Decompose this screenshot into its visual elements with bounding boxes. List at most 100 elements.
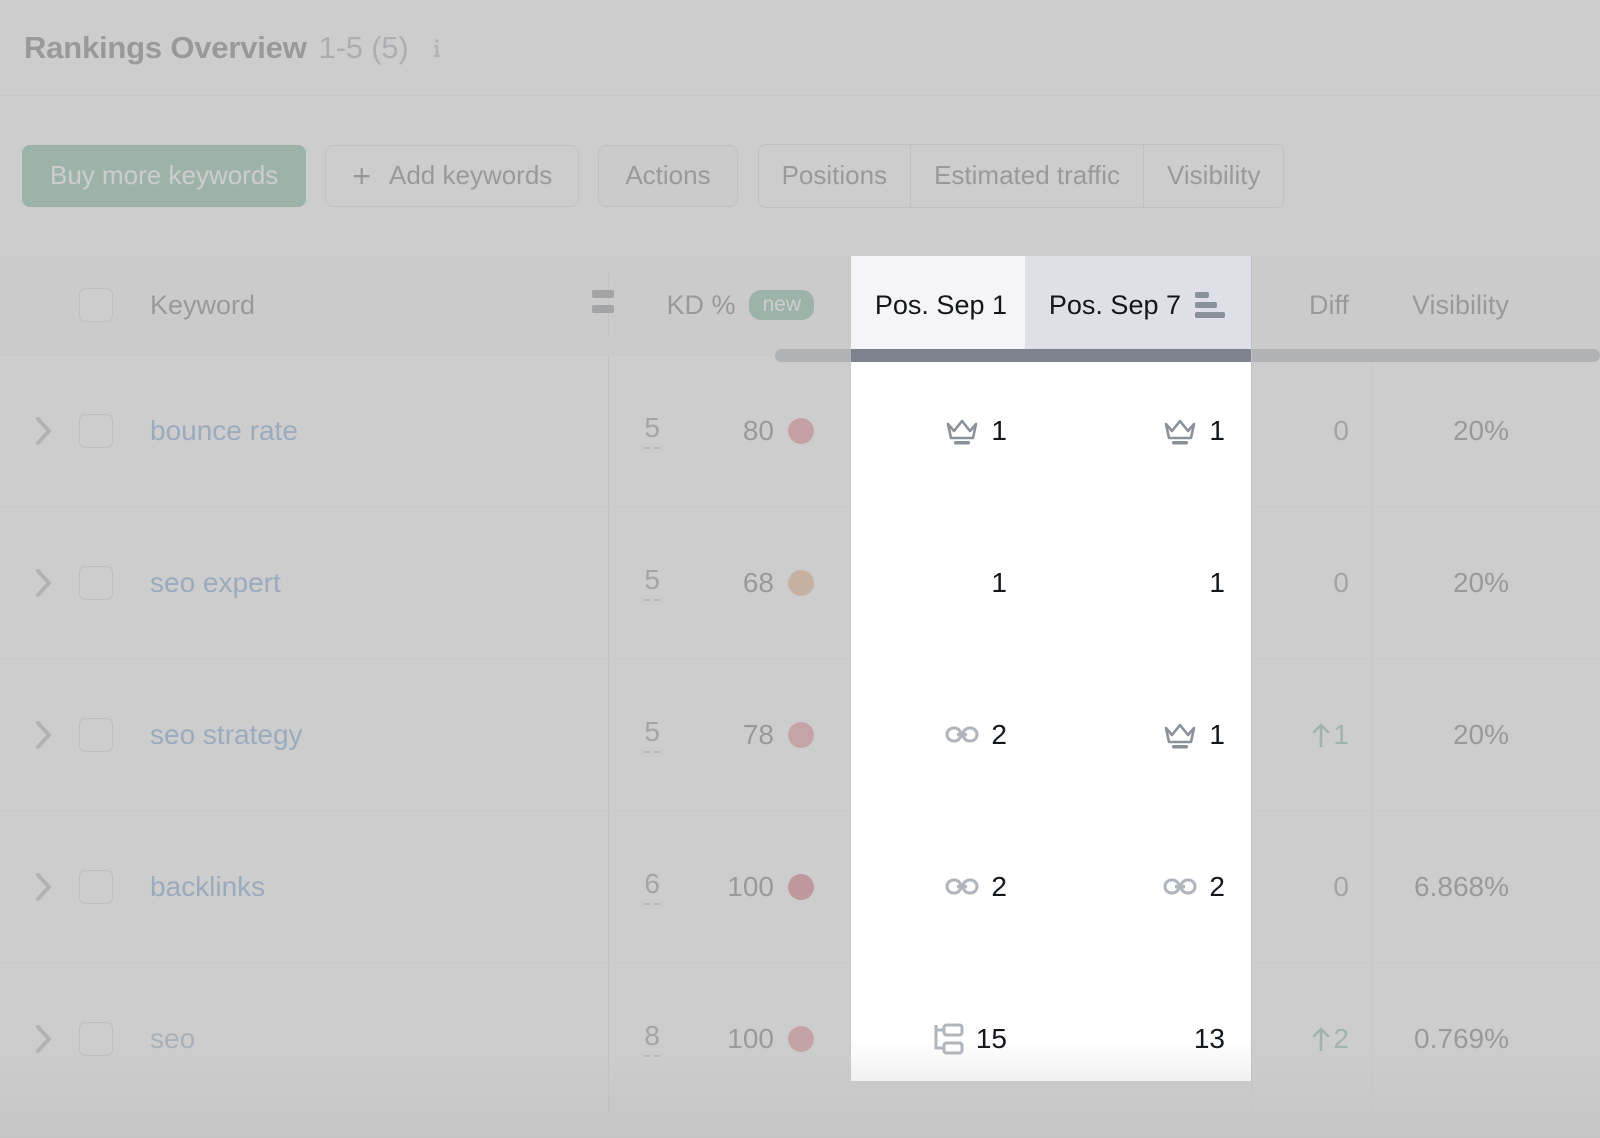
kd-color-dot [788, 874, 814, 900]
page-title: Rankings Overview [24, 30, 307, 66]
table-row[interactable]: seo strategy 5 78 2 1 [0, 659, 1600, 811]
table-row[interactable]: backlinks 6 100 2 2 0 [0, 811, 1600, 963]
column-header-kd[interactable]: KD % new [676, 256, 836, 354]
expand-row-chevron[interactable] [24, 963, 64, 1114]
position-sep-7-value: 1 [1209, 719, 1225, 751]
keyword-label: seo [150, 1023, 195, 1055]
position-sep-1: 2 [851, 659, 1025, 810]
actions-label: Actions [625, 160, 710, 191]
keyword-link[interactable]: bounce rate [150, 355, 590, 506]
row-checkbox[interactable] [76, 659, 116, 810]
plus-icon: + [352, 160, 371, 192]
position-diff: 1 [1251, 659, 1371, 810]
position-sep-1-value: 2 [991, 719, 1007, 751]
kd-color-dot [788, 418, 814, 444]
horizontal-scrollbar[interactable] [775, 349, 1600, 362]
crown-icon [945, 416, 979, 446]
position-diff: 0 [1251, 811, 1371, 962]
rankings-table: Keyword KD % new Pos. Sep 1 Pos. Sep 7 D… [0, 256, 1600, 1138]
position-diff: 2 [1251, 963, 1371, 1114]
visibility-cell: 20% [1371, 355, 1531, 506]
position-sep-7: 2 [1025, 811, 1251, 962]
serp-features-count[interactable]: 8 [600, 963, 660, 1114]
row-checkbox[interactable] [76, 507, 116, 658]
tab-visibility[interactable]: Visibility [1144, 145, 1283, 207]
keyword-link[interactable]: seo [150, 963, 590, 1114]
truncated-sort-icon[interactable] [592, 290, 614, 326]
position-diff-value: 2 [1333, 1023, 1349, 1055]
serp-features-count-value: 5 [644, 564, 660, 601]
tab-positions[interactable]: Positions [759, 145, 912, 207]
column-header-pos-sep-7-label: Pos. Sep 7 [1049, 290, 1181, 321]
position-sep-7: 13 [1025, 963, 1251, 1114]
visibility-value: 0.769% [1414, 1023, 1509, 1055]
keyword-difficulty: 80 [676, 355, 836, 506]
position-diff: 0 [1251, 355, 1371, 506]
add-keywords-button[interactable]: + Add keywords [325, 145, 579, 207]
crown-icon [1163, 416, 1197, 446]
position-sep-7-value: 1 [1209, 567, 1225, 599]
serp-features-count[interactable]: 6 [600, 811, 660, 962]
actions-button[interactable]: Actions [598, 145, 737, 207]
position-sep-1: 2 [851, 811, 1025, 962]
keyword-difficulty: 100 [676, 811, 836, 962]
tab-positions-label: Positions [782, 160, 888, 191]
serp-features-count-value: 6 [644, 868, 660, 905]
position-diff-value: 0 [1333, 871, 1349, 903]
expand-row-chevron[interactable] [24, 507, 64, 658]
table-row[interactable]: seo 8 100 15 13 2 [0, 963, 1600, 1115]
position-sep-1: 1 [851, 507, 1025, 658]
sitelinks-icon [932, 1022, 964, 1056]
keyword-difficulty: 78 [676, 659, 836, 810]
row-checkbox[interactable] [76, 355, 116, 506]
expand-row-chevron[interactable] [24, 811, 64, 962]
arrow-up-icon [1311, 1025, 1331, 1053]
select-all-checkbox[interactable] [76, 256, 116, 354]
checkbox-box [79, 566, 113, 600]
checkbox-box [79, 870, 113, 904]
keyword-link[interactable]: backlinks [150, 811, 590, 962]
checkbox-box [79, 414, 113, 448]
position-diff-value: 0 [1333, 567, 1349, 599]
sort-descending-icon[interactable] [1195, 292, 1225, 318]
toolbar: Buy more keywords + Add keywords Actions… [0, 96, 1600, 255]
visibility-value: 6.868% [1414, 871, 1509, 903]
position-sep-1-value: 1 [991, 415, 1007, 447]
position-sep-7: 1 [1025, 507, 1251, 658]
expand-row-chevron[interactable] [24, 355, 64, 506]
column-header-diff[interactable]: Diff [1251, 256, 1371, 354]
row-checkbox[interactable] [76, 811, 116, 962]
keyword-link[interactable]: seo expert [150, 507, 590, 658]
table-row[interactable]: seo expert 5 68 1 1 0 20% [0, 507, 1600, 659]
kd-value: 80 [743, 415, 774, 447]
view-mode-segmented-control: Positions Estimated traffic Visibility [758, 144, 1285, 208]
column-header-pos-sep-1[interactable]: Pos. Sep 1 [851, 256, 1025, 354]
column-header-kd-label: KD % [666, 290, 735, 321]
column-header-keyword[interactable]: Keyword [150, 256, 590, 354]
keyword-difficulty: 100 [676, 963, 836, 1114]
serp-features-count[interactable]: 5 [600, 507, 660, 658]
serp-features-count[interactable]: 5 [600, 355, 660, 506]
position-sep-1-value: 2 [991, 871, 1007, 903]
position-sep-1-value: 15 [976, 1023, 1007, 1055]
row-checkbox[interactable] [76, 963, 116, 1114]
serp-features-count[interactable]: 5 [600, 659, 660, 810]
link-icon [945, 874, 979, 900]
table-row[interactable]: bounce rate 5 80 1 1 0 [0, 355, 1600, 507]
position-sep-1-value: 1 [991, 567, 1007, 599]
position-diff: 0 [1251, 507, 1371, 658]
column-header-visibility-label: Visibility [1412, 290, 1509, 321]
keyword-link[interactable]: seo strategy [150, 659, 590, 810]
column-header-visibility[interactable]: Visibility [1371, 256, 1531, 354]
expand-row-chevron[interactable] [24, 659, 64, 810]
serp-features-count-value: 5 [644, 412, 660, 449]
column-header-pos-sep-7[interactable]: Pos. Sep 7 [1025, 256, 1251, 354]
info-icon[interactable] [427, 35, 447, 61]
position-sep-7-value: 13 [1194, 1023, 1225, 1055]
visibility-value: 20% [1453, 719, 1509, 751]
tab-estimated-traffic[interactable]: Estimated traffic [911, 145, 1144, 207]
position-sep-7-value: 1 [1209, 415, 1225, 447]
kd-color-dot [788, 570, 814, 596]
tab-visibility-label: Visibility [1167, 160, 1260, 191]
buy-more-keywords-button[interactable]: Buy more keywords [22, 145, 306, 207]
